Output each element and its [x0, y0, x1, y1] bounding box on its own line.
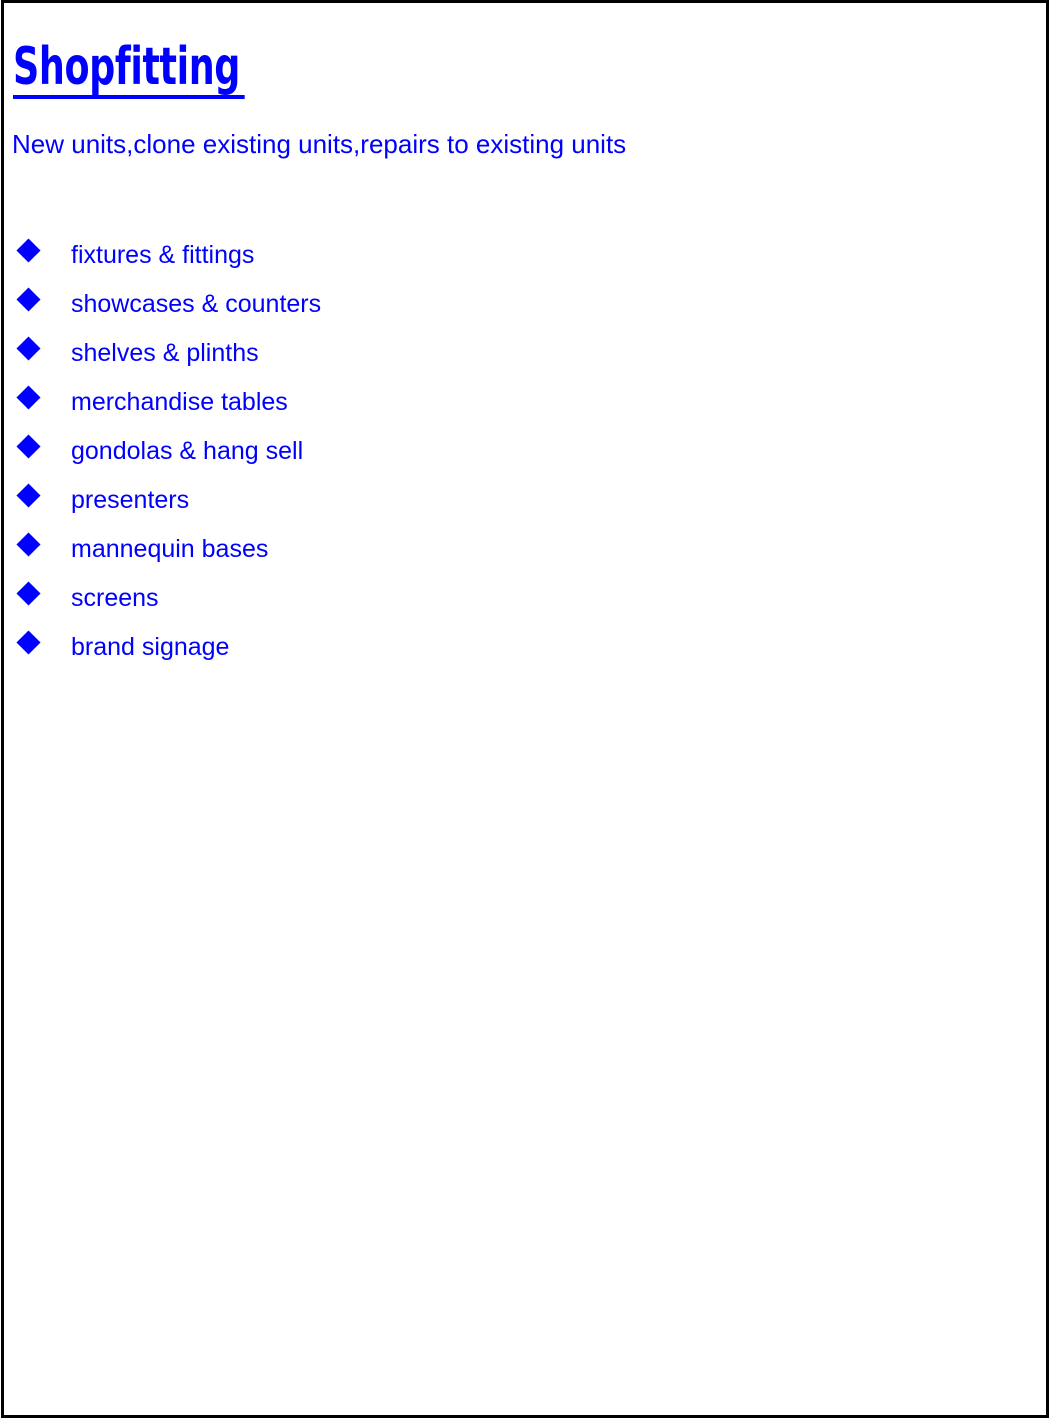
list-item-label: mannequin bases: [71, 535, 269, 563]
diamond-bullet-icon: [16, 287, 41, 312]
list-item-label: gondolas & hang sell: [71, 437, 304, 465]
list-item: fixtures & fittings: [4, 231, 1046, 280]
list-item-label: screens: [71, 584, 159, 612]
list-item: merchandise tables: [4, 378, 1046, 427]
list-item: screens: [4, 574, 1046, 623]
diamond-bullet-icon: [16, 336, 41, 361]
page-title-text: Shopfitting: [13, 41, 245, 99]
document-content: Shopfitting New units,clone existing uni…: [4, 3, 1046, 1415]
list-item: gondolas & hang sell: [4, 427, 1046, 476]
page-title: Shopfitting: [13, 41, 245, 99]
diamond-bullet-icon: [16, 434, 41, 459]
list-item-label: presenters: [71, 486, 190, 514]
list-item-label: showcases & counters: [71, 290, 322, 318]
list-item-label: shelves & plinths: [71, 339, 259, 367]
list-item: showcases & counters: [4, 280, 1046, 329]
services-list: fixtures & fittings showcases & counters…: [4, 231, 1046, 672]
list-item: brand signage: [4, 623, 1046, 672]
list-item: presenters: [4, 476, 1046, 525]
list-item: shelves & plinths: [4, 329, 1046, 378]
diamond-bullet-icon: [16, 238, 41, 263]
page-border-frame: Shopfitting New units,clone existing uni…: [1, 0, 1049, 1418]
page-subtitle: New units,clone existing units,repairs t…: [12, 129, 627, 159]
diamond-bullet-icon: [16, 532, 41, 557]
diamond-bullet-icon: [16, 581, 41, 606]
diamond-bullet-icon: [16, 483, 41, 508]
list-item: mannequin bases: [4, 525, 1046, 574]
list-item-label: fixtures & fittings: [71, 241, 255, 269]
diamond-bullet-icon: [16, 385, 41, 410]
list-item-label: brand signage: [71, 633, 230, 661]
diamond-bullet-icon: [16, 630, 41, 655]
list-item-label: merchandise tables: [71, 388, 288, 416]
